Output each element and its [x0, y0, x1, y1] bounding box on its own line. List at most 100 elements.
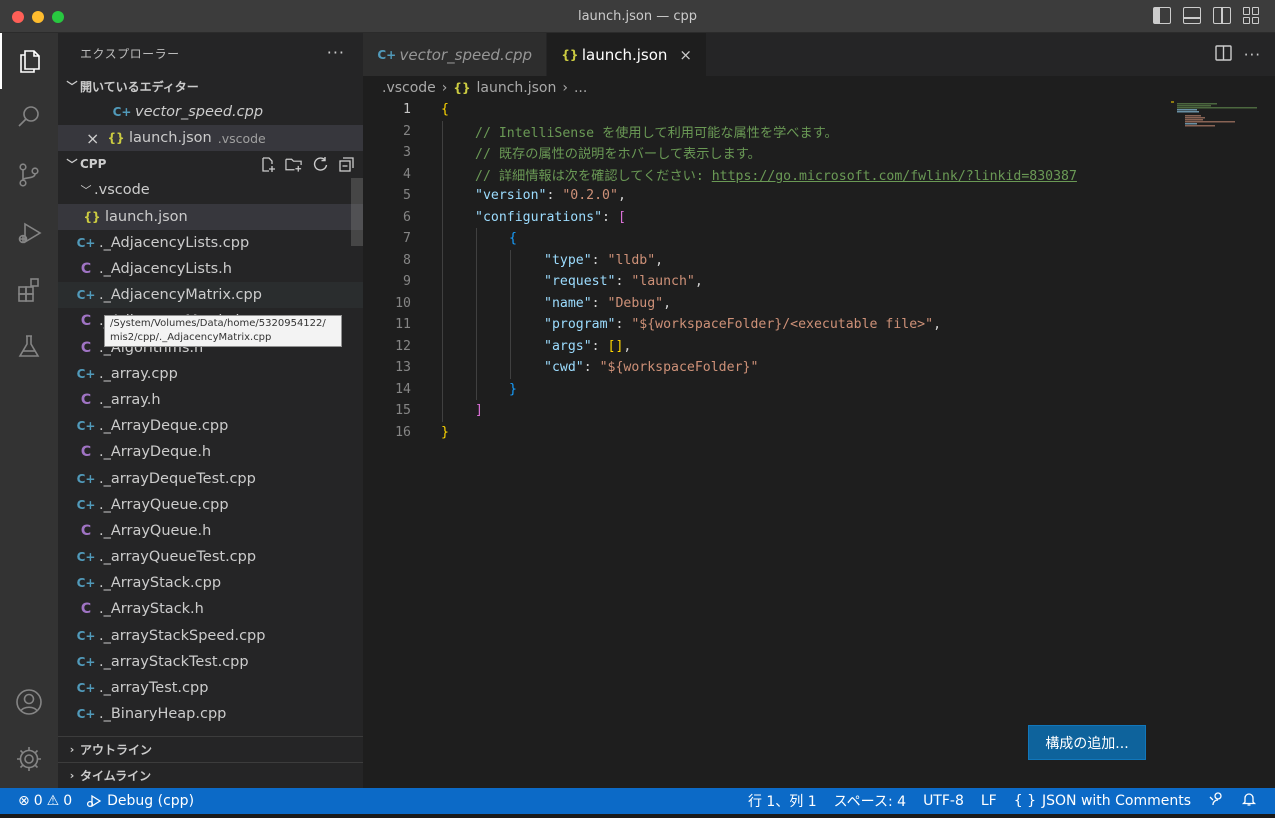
error-icon: ⊗ — [18, 793, 30, 809]
file-item[interactable]: C ._ArrayQueue.h — [58, 518, 363, 544]
folder-section[interactable]: ﹀ CPP — [58, 151, 363, 177]
settings-gear-icon[interactable] — [0, 731, 58, 787]
file-item[interactable]: C+ ._AdjacencyMatrix.cpp — [58, 282, 363, 309]
testing-icon[interactable] — [0, 318, 58, 374]
more-actions-icon[interactable]: ··· — [1244, 46, 1261, 64]
sidebar-scrollbar[interactable] — [351, 178, 363, 246]
file-label: ._AdjacencyLists.cpp — [99, 234, 250, 251]
file-item[interactable]: C+ ._BinaryHeap.cpp — [58, 701, 363, 727]
file-label: ._ArrayQueue.h — [99, 522, 212, 539]
search-icon[interactable] — [0, 89, 58, 145]
open-editor-item[interactable]: × {} launch.json .vscode — [58, 125, 363, 152]
file-item-launch-json[interactable]: {} launch.json — [58, 203, 363, 230]
feedback-icon[interactable] — [1208, 791, 1224, 811]
language-label: JSON with Comments — [1042, 793, 1191, 809]
close-icon[interactable]: × — [679, 46, 692, 64]
explorer-title: エクスプローラー — [80, 46, 180, 61]
close-window-button[interactable] — [12, 11, 24, 23]
new-folder-icon[interactable] — [285, 155, 303, 173]
line-number: 3 — [403, 145, 411, 161]
new-file-icon[interactable] — [259, 155, 277, 173]
close-icon[interactable]: × — [86, 129, 106, 148]
file-item[interactable]: C+ ._ArrayStack.cpp — [58, 570, 363, 596]
language-mode[interactable]: { } JSON with Comments — [1014, 793, 1191, 809]
file-item[interactable]: C+ ._ArrayDeque.cpp — [58, 413, 363, 439]
fwlink-link[interactable]: https://go.microsoft.com/fwlink/?linkid=… — [712, 169, 1077, 184]
encoding[interactable]: UTF-8 — [923, 793, 964, 809]
refresh-icon[interactable] — [311, 155, 329, 173]
file-label: ._arrayTest.cpp — [99, 680, 209, 697]
customize-layout-icon[interactable] — [1243, 7, 1261, 24]
open-editor-label: vector_speed.cpp — [135, 104, 264, 121]
tab-vector-speed[interactable]: C+ vector_speed.cpp — [363, 33, 547, 76]
file-item[interactable]: C ._ArrayDeque.h — [58, 439, 363, 465]
code-line: 8 "type": "lldb", — [363, 249, 1275, 271]
open-editor-item[interactable]: C+ vector_speed.cpp — [58, 99, 363, 125]
json-file-icon: {} — [561, 47, 579, 62]
cpp-file-icon: C+ — [76, 707, 96, 722]
end-of-line[interactable]: LF — [981, 793, 997, 809]
open-editors-section[interactable]: ﹀ 開いているエディター — [58, 73, 363, 99]
cpp-file-icon: C+ — [112, 105, 132, 120]
extensions-icon[interactable] — [0, 262, 58, 318]
file-item[interactable]: C+ ._arrayStackSpeed.cpp — [58, 623, 363, 649]
file-item[interactable]: C+ ._arrayStackTest.cpp — [58, 649, 363, 675]
file-item[interactable]: C+ ._arrayQueueTest.cpp — [58, 544, 363, 570]
toggle-secondary-sidebar-icon[interactable] — [1213, 7, 1231, 24]
open-editors-title: 開いているエディター — [80, 79, 199, 94]
file-item[interactable]: C+ ._arrayDequeTest.cpp — [58, 465, 363, 491]
outline-section[interactable]: › アウトライン — [58, 736, 363, 762]
add-configuration-button[interactable]: 構成の追加... — [1028, 725, 1146, 760]
code-text: // IntelliSense を使用して利用可能な属性を学べます。 — [475, 125, 838, 141]
code-text: "type": "lldb", — [544, 252, 664, 268]
cpp-file-icon: C+ — [76, 576, 96, 591]
file-item[interactable]: C ._ArrayStack.h — [58, 596, 363, 622]
file-item[interactable]: C+ ._array.cpp — [58, 361, 363, 387]
code-line: 10 "name": "Debug", — [363, 292, 1275, 314]
file-label: ._array.cpp — [99, 365, 178, 382]
breadcrumb-more[interactable]: ... — [574, 80, 587, 96]
collapse-all-icon[interactable] — [337, 155, 355, 173]
timeline-section[interactable]: › タイムライン — [58, 762, 363, 788]
line-number: 11 — [395, 317, 411, 333]
cursor-position[interactable]: 行 1、列 1 — [748, 791, 817, 811]
toggle-sidebar-icon[interactable] — [1153, 7, 1171, 24]
folder-item-vscode[interactable]: ﹀ .vscode — [58, 177, 363, 203]
breadcrumb-file[interactable]: launch.json — [477, 80, 557, 96]
code-text: "name": "Debug", — [544, 295, 672, 311]
code-line: 13 "cwd": "${workspaceFolder}" — [363, 357, 1275, 379]
file-item[interactable]: C+ ._AdjacencyLists.cpp — [58, 230, 363, 256]
chevron-right-icon: › — [69, 743, 75, 756]
debug-config-indicator[interactable]: Debug (cpp) — [86, 793, 194, 809]
breadcrumb-folder[interactable]: .vscode — [382, 80, 436, 96]
file-item[interactable]: C ._AdjacencyLists.h — [58, 256, 363, 282]
cpp-file-icon: C+ — [76, 628, 96, 643]
source-control-icon[interactable] — [0, 147, 58, 203]
file-item[interactable]: C+ ._arrayTest.cpp — [58, 675, 363, 701]
file-item[interactable]: C+ ._ArrayQueue.cpp — [58, 492, 363, 518]
run-debug-icon[interactable] — [0, 205, 58, 261]
code-text: { — [441, 102, 449, 118]
tab-launch-json[interactable]: {} launch.json × — [547, 33, 707, 76]
file-label: ._AdjacencyLists.h — [99, 261, 232, 278]
file-item[interactable]: C ._array.h — [58, 387, 363, 413]
chevron-down-icon: ﹀ — [80, 184, 92, 198]
notifications-bell-icon[interactable] — [1241, 791, 1257, 811]
line-number: 2 — [403, 123, 411, 139]
indentation[interactable]: スペース: 4 — [834, 791, 906, 811]
minimize-window-button[interactable] — [32, 11, 44, 23]
explorer-icon[interactable] — [0, 33, 58, 89]
minimap[interactable] — [1171, 99, 1261, 139]
account-icon[interactable] — [0, 674, 58, 730]
breadcrumb: .vscode › {} launch.json › ... — [363, 76, 1275, 100]
split-editor-icon[interactable] — [1214, 45, 1232, 65]
cpp-file-icon: C+ — [76, 419, 96, 434]
code-line: 2 // IntelliSense を使用して利用可能な属性を学べます。 — [363, 120, 1275, 142]
folder-title: CPP — [80, 157, 107, 172]
json-file-icon: {} — [453, 81, 471, 95]
problems-indicator[interactable]: ⊗ 0 ⚠ 0 — [18, 793, 72, 809]
zoom-window-button[interactable] — [52, 11, 64, 23]
code-editor[interactable]: 1{ 2// IntelliSense を使用して利用可能な属性を学べます。 3… — [363, 99, 1275, 443]
toggle-panel-icon[interactable] — [1183, 7, 1201, 24]
more-actions-icon[interactable]: ··· — [327, 43, 345, 62]
